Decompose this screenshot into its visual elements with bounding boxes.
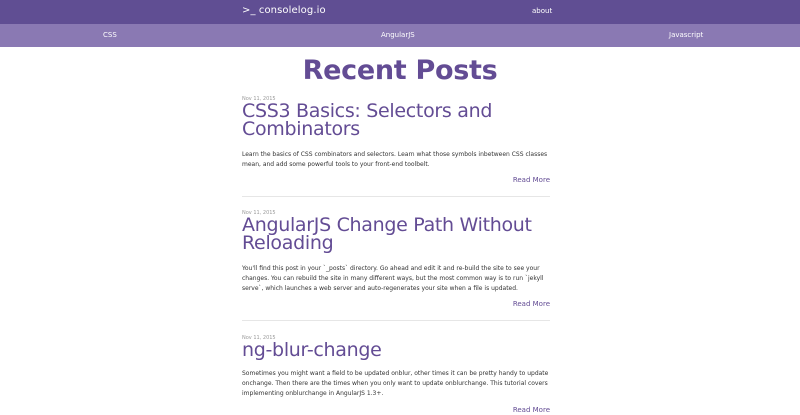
site-logo-link[interactable]: >_ consolelog.io (242, 5, 326, 16)
post-title-link[interactable]: AngularJS Change Path Without Reloading (242, 216, 550, 253)
read-more-link[interactable]: Read More (513, 300, 550, 308)
category-link-javascript[interactable]: Javascript (669, 31, 703, 39)
post-title-link[interactable]: CSS3 Basics: Selectors and Combinators (242, 102, 550, 139)
post-divider (242, 320, 550, 321)
post-card: Nov 11, 2015 ng-blur-change Sometimes yo… (242, 335, 550, 415)
category-link-angularjs[interactable]: AngularJS (381, 31, 415, 39)
top-navbar: >_ consolelog.io about (0, 0, 800, 24)
post-excerpt: Learn the basics of CSS combinators and … (242, 151, 548, 168)
post-excerpt: You'll find this post in your `_posts` d… (242, 265, 544, 292)
post-divider (242, 196, 550, 197)
page-title: Recent Posts (302, 55, 498, 86)
category-navbar: CSS AngularJS Javascript (0, 24, 800, 47)
post-title-link[interactable]: ng-blur-change (242, 341, 550, 360)
read-more-link[interactable]: Read More (513, 406, 550, 414)
post-card: Nov 11, 2015 AngularJS Change Path Witho… (242, 210, 550, 310)
category-link-css[interactable]: CSS (103, 31, 117, 39)
about-link[interactable]: about (532, 7, 552, 15)
post-card: Nov 11, 2015 CSS3 Basics: Selectors and … (242, 96, 550, 188)
post-excerpt: Sometimes you might want a field to be u… (242, 370, 549, 397)
read-more-link[interactable]: Read More (513, 176, 550, 184)
